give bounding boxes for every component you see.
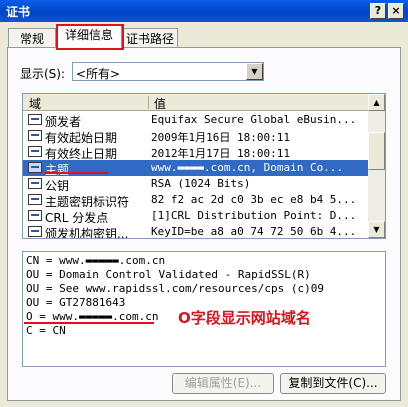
certificate-field-icon bbox=[28, 130, 42, 141]
column-header-field[interactable]: 域 bbox=[29, 95, 41, 112]
list-item-value: 82 f2 ac 2d c0 3b ec e8 b4 5... bbox=[151, 193, 357, 206]
extension-icon bbox=[28, 226, 42, 237]
list-item[interactable]: 有效终止日期 2012年1月17日 18:00:11 bbox=[23, 144, 370, 161]
show-select-value: <所有> bbox=[76, 67, 121, 81]
certificate-field-icon bbox=[28, 178, 42, 189]
edit-properties-button[interactable]: 编辑属性(E)... bbox=[172, 373, 274, 394]
scroll-up-icon[interactable]: ▲ bbox=[368, 94, 385, 111]
scroll-thumb[interactable] bbox=[368, 132, 385, 170]
list-item[interactable]: 颁发者 Equifax Secure Global eBusin... bbox=[23, 112, 370, 129]
scroll-down-icon[interactable]: ▼ bbox=[368, 221, 385, 238]
list-item-value: 2012年1月17日 18:00:11 bbox=[151, 147, 290, 160]
copy-to-file-button[interactable]: 复制到文件(C)... bbox=[280, 373, 386, 394]
detail-line: C = CN bbox=[26, 324, 66, 337]
annotation-text: O字段显示网站域名 bbox=[178, 309, 311, 327]
list-item-value: [1]CRL Distribution Point: D... bbox=[151, 209, 357, 222]
list-header: 域 值 bbox=[23, 94, 370, 111]
list-item-field: 颁发机构密钥... bbox=[45, 227, 129, 239]
certificate-field-icon bbox=[28, 114, 42, 125]
detail-line: OU = Domain Control Validated - RapidSSL… bbox=[26, 268, 311, 281]
list-item[interactable]: 颁发机构密钥... KeyID=be a8 a0 74 72 50 6b 4..… bbox=[23, 224, 370, 239]
close-button[interactable]: × bbox=[388, 3, 404, 19]
detail-line: OU = GT27881643 bbox=[26, 296, 126, 309]
list-item-value: RSA (1024 Bits) bbox=[151, 177, 251, 190]
show-select[interactable]: <所有> ▼ bbox=[72, 62, 264, 81]
list-scrollbar[interactable]: ▲ ▼ bbox=[368, 94, 385, 238]
o-field-underline bbox=[24, 322, 154, 324]
detail-line: OU = See www.rapidssl.com/resources/cps … bbox=[26, 282, 325, 295]
window-title: 证书 bbox=[6, 5, 31, 19]
list-item-value: Equifax Secure Global eBusin... bbox=[151, 113, 357, 126]
list-item-value: KeyID=be a8 a0 74 72 50 6b 4... bbox=[151, 225, 357, 238]
chevron-down-icon[interactable]: ▼ bbox=[246, 63, 263, 80]
help-button[interactable]: ? bbox=[370, 3, 386, 19]
list-item[interactable]: 有效起始日期 2009年1月16日 18:00:11 bbox=[23, 128, 370, 145]
certificate-field-icon bbox=[28, 146, 42, 157]
column-header-value[interactable]: 值 bbox=[154, 95, 166, 112]
title-bar: 证书 ? × bbox=[0, 0, 408, 22]
detail-line: CN = www.▬▬▬▬▬.com.cn bbox=[26, 254, 166, 267]
certificate-field-icon bbox=[28, 162, 42, 173]
list-item[interactable]: 主题密钥标识符 82 f2 ac 2d c0 3b ec e8 b4 5... bbox=[23, 192, 370, 209]
list-item[interactable]: CRL 分发点 [1]CRL Distribution Point: D... bbox=[23, 208, 370, 225]
extension-icon bbox=[28, 210, 42, 221]
subject-underline bbox=[44, 172, 108, 174]
column-divider[interactable] bbox=[148, 96, 149, 109]
key-icon bbox=[28, 194, 42, 205]
field-list[interactable]: 域 值 颁发者 Equifax Secure Global eBusin... … bbox=[22, 93, 386, 239]
show-label: 显示(S): bbox=[20, 67, 66, 81]
tab-details[interactable]: 详细信息 bbox=[56, 24, 122, 48]
list-item-value: 2009年1月16日 18:00:11 bbox=[151, 131, 290, 144]
list-item-value: www.▬▬▬▬.com.cn, Domain Co... bbox=[151, 161, 344, 174]
list-item[interactable]: 公钥 RSA (1024 Bits) bbox=[23, 176, 370, 193]
